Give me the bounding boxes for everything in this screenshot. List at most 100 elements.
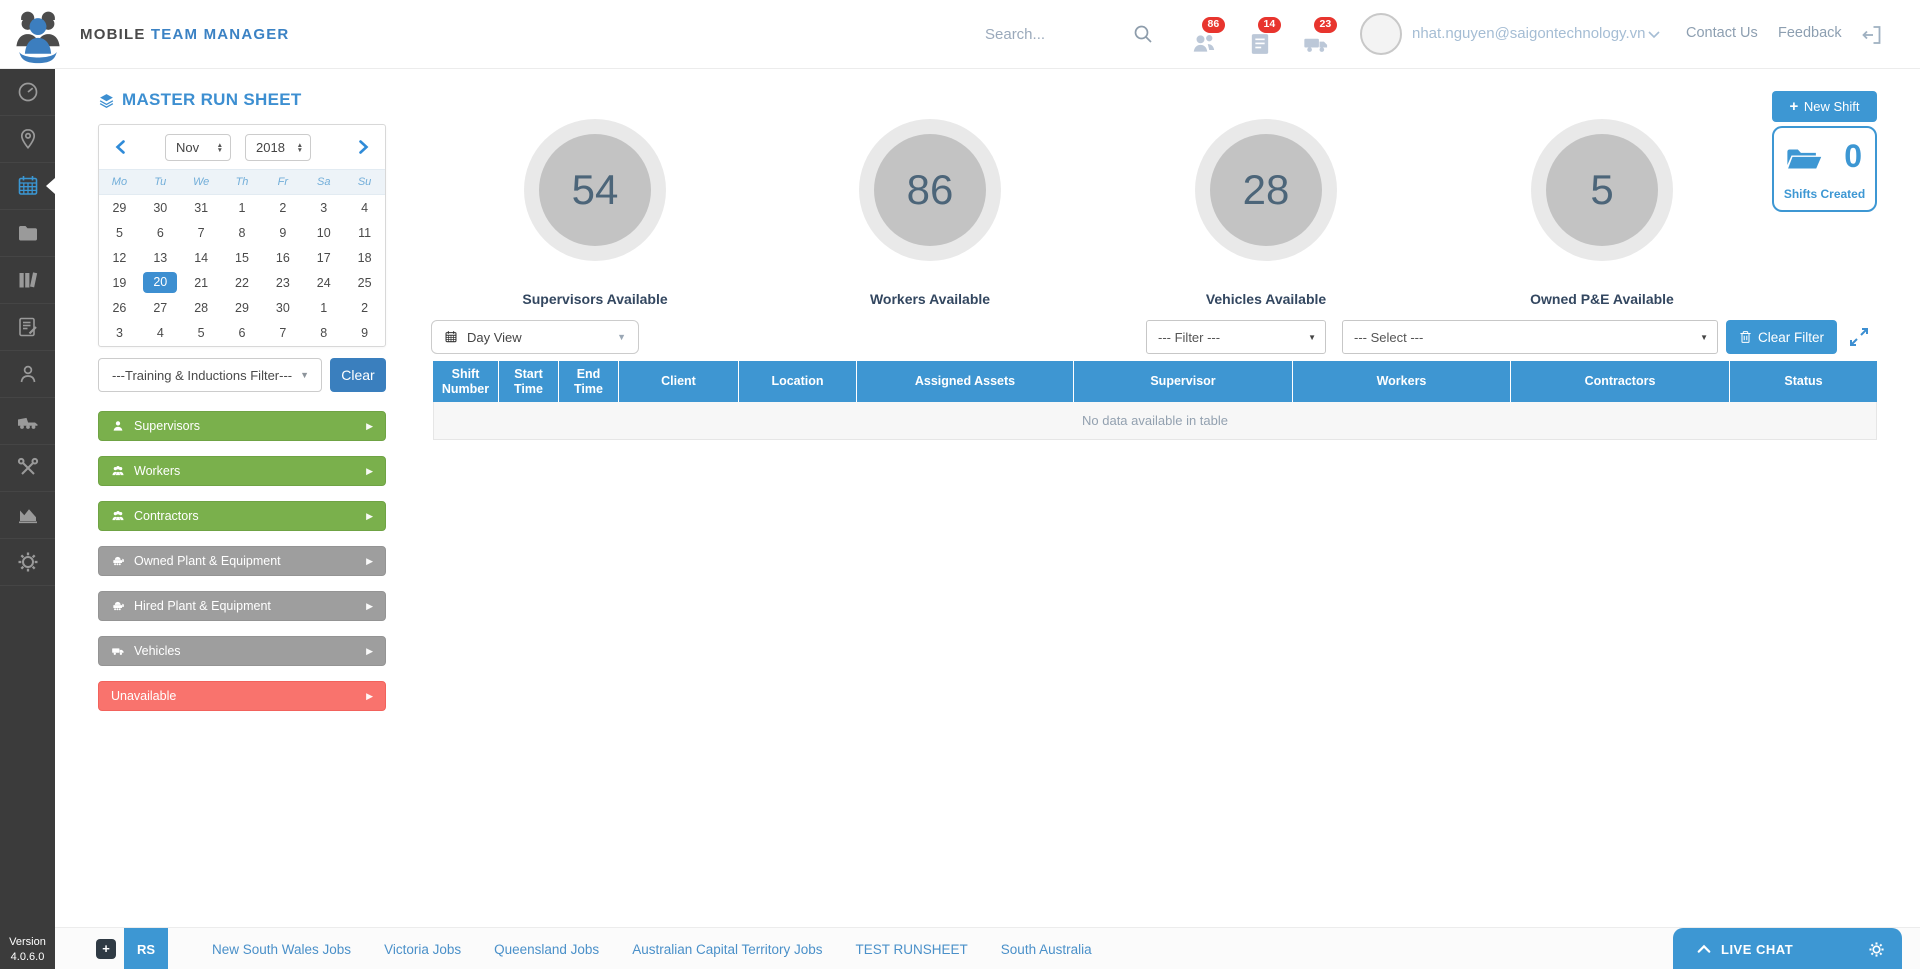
tab-queensland-jobs[interactable]: Queensland Jobs — [494, 942, 599, 957]
calendar-day[interactable]: 28 — [181, 295, 222, 320]
calendar-day[interactable]: 25 — [344, 270, 385, 295]
calendar-day[interactable]: 2 — [344, 295, 385, 320]
calendar-day[interactable]: 5 — [181, 320, 222, 345]
sidebar-item-trucks[interactable] — [0, 398, 55, 445]
calendar-next-icon[interactable] — [355, 139, 371, 155]
workers-notification[interactable]: 86 — [1190, 30, 1218, 54]
column-header[interactable]: Supervisor — [1074, 361, 1293, 402]
calendar-day[interactable]: 15 — [222, 245, 263, 270]
calendar-day[interactable]: 4 — [344, 195, 385, 220]
value-select[interactable]: --- Select --- ▼ — [1342, 320, 1718, 354]
month-select[interactable]: Nov ▲▼ — [165, 134, 231, 161]
accordion-unavailable[interactable]: Unavailable ▶ — [98, 681, 386, 711]
accordion-supervisors[interactable]: Supervisors ▶ — [98, 411, 386, 441]
column-header[interactable]: Assigned Assets — [857, 361, 1074, 402]
clear-filter-button[interactable]: Clear Filter — [1726, 320, 1837, 354]
sidebar-item-documents[interactable] — [0, 210, 55, 257]
calendar-day[interactable]: 8 — [222, 220, 263, 245]
calendar-day[interactable]: 29 — [99, 195, 140, 220]
calendar-day[interactable]: 10 — [303, 220, 344, 245]
calendar-day[interactable]: 9 — [262, 220, 303, 245]
runsheet-notification[interactable]: 14 — [1246, 30, 1274, 54]
column-header[interactable]: End Time — [559, 361, 619, 402]
gear-icon[interactable] — [1868, 941, 1885, 958]
calendar-day[interactable]: 26 — [99, 295, 140, 320]
tab-australian-capital-territory-jobs[interactable]: Australian Capital Territory Jobs — [632, 942, 822, 957]
accordion-workers[interactable]: Workers ▶ — [98, 456, 386, 486]
calendar-prev-icon[interactable] — [113, 139, 129, 155]
expand-icon[interactable] — [1849, 327, 1869, 347]
calendar-day[interactable]: 22 — [222, 270, 263, 295]
sidebar-item-tools[interactable] — [0, 445, 55, 492]
chevron-down-icon[interactable] — [1648, 31, 1660, 39]
tab-new-south-wales-jobs[interactable]: New South Wales Jobs — [212, 942, 351, 957]
filter-select[interactable]: --- Filter --- ▼ — [1146, 320, 1326, 354]
sidebar-item-forms[interactable] — [0, 304, 55, 351]
new-shift-button[interactable]: + New Shift — [1772, 91, 1877, 122]
add-tab-button[interactable]: + — [96, 939, 116, 959]
accordion-owned-plant-equipment[interactable]: Owned Plant & Equipment ▶ — [98, 546, 386, 576]
tab-south-australia[interactable]: South Australia — [1001, 942, 1092, 957]
column-header[interactable]: Shift Number — [433, 361, 499, 402]
calendar-day[interactable]: 29 — [222, 295, 263, 320]
year-select[interactable]: 2018 ▲▼ — [245, 134, 311, 161]
calendar-day[interactable]: 6 — [222, 320, 263, 345]
calendar-day[interactable]: 1 — [222, 195, 263, 220]
sidebar-item-runsheet-calendar[interactable] — [0, 163, 55, 210]
tab-rs-active[interactable]: RS — [124, 928, 168, 969]
calendar-day[interactable]: 1 — [303, 295, 344, 320]
calendar-day[interactable]: 7 — [262, 320, 303, 345]
logout-icon[interactable] — [1860, 23, 1884, 47]
calendar-day[interactable]: 30 — [262, 295, 303, 320]
calendar-day[interactable]: 16 — [262, 245, 303, 270]
calendar-day[interactable]: 11 — [344, 220, 385, 245]
column-header[interactable]: Client — [619, 361, 739, 402]
vehicles-notification[interactable]: 23 — [1302, 30, 1330, 54]
training-inductions-filter-select[interactable]: ---Training & Inductions Filter--- ▼ — [98, 358, 322, 392]
calendar-day[interactable]: 21 — [181, 270, 222, 295]
user-avatar[interactable] — [1360, 13, 1402, 55]
accordion-contractors[interactable]: Contractors ▶ — [98, 501, 386, 531]
sidebar-item-people[interactable] — [0, 351, 55, 398]
feedback-link[interactable]: Feedback — [1778, 25, 1842, 41]
calendar-day[interactable]: 8 — [303, 320, 344, 345]
contact-us-link[interactable]: Contact Us — [1686, 25, 1758, 41]
column-header[interactable]: Workers — [1293, 361, 1511, 402]
calendar-day[interactable]: 31 — [181, 195, 222, 220]
search-input[interactable] — [985, 20, 1130, 48]
search-icon[interactable] — [1133, 24, 1153, 44]
tab-victoria-jobs[interactable]: Victoria Jobs — [384, 942, 461, 957]
calendar-day[interactable]: 4 — [140, 320, 181, 345]
column-header[interactable]: Status — [1730, 361, 1877, 402]
clear-button[interactable]: Clear — [330, 358, 386, 392]
calendar-day[interactable]: 2 — [262, 195, 303, 220]
column-header[interactable]: Location — [739, 361, 857, 402]
calendar-day[interactable]: 23 — [262, 270, 303, 295]
calendar-day[interactable]: 3 — [303, 195, 344, 220]
sidebar-item-reports[interactable] — [0, 492, 55, 539]
column-header[interactable]: Start Time — [499, 361, 559, 402]
calendar-day-selected[interactable]: 20 — [140, 270, 181, 295]
view-select[interactable]: Day View ▼ — [431, 320, 639, 354]
user-email[interactable]: nhat.nguyen@saigontechnology.vn — [1412, 25, 1645, 42]
calendar-day[interactable]: 7 — [181, 220, 222, 245]
live-chat-button[interactable]: LIVE CHAT — [1673, 928, 1902, 969]
calendar-day[interactable]: 30 — [140, 195, 181, 220]
column-header[interactable]: Contractors — [1511, 361, 1730, 402]
calendar-day[interactable]: 6 — [140, 220, 181, 245]
calendar-day[interactable]: 24 — [303, 270, 344, 295]
sidebar-item-settings[interactable] — [0, 539, 55, 586]
calendar-day[interactable]: 27 — [140, 295, 181, 320]
accordion-hired-plant-equipment[interactable]: Hired Plant & Equipment ▶ — [98, 591, 386, 621]
tab-test-runsheet[interactable]: TEST RUNSHEET — [856, 942, 968, 957]
calendar-day[interactable]: 19 — [99, 270, 140, 295]
calendar-day[interactable]: 14 — [181, 245, 222, 270]
calendar-day[interactable]: 12 — [99, 245, 140, 270]
calendar-day[interactable]: 18 — [344, 245, 385, 270]
calendar-day[interactable]: 5 — [99, 220, 140, 245]
sidebar-item-locations[interactable] — [0, 116, 55, 163]
calendar-day[interactable]: 13 — [140, 245, 181, 270]
sidebar-item-library[interactable] — [0, 257, 55, 304]
sidebar-item-dashboard[interactable] — [0, 69, 55, 116]
calendar-day[interactable]: 17 — [303, 245, 344, 270]
